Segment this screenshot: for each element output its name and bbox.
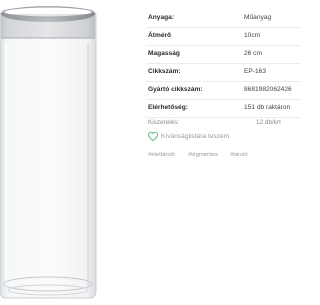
heart-icon — [148, 132, 158, 141]
product-image — [0, 0, 116, 300]
tag-link[interactable]: #tároló — [230, 150, 248, 160]
spec-key: Átmérő — [148, 32, 172, 39]
spec-value: 10cm — [244, 32, 261, 39]
spec-row-sku: Cikkszám: EP-163 — [146, 63, 300, 82]
spec-key: Magasság — [148, 50, 180, 57]
packaging-value: 12 db/krt — [256, 119, 281, 126]
spec-key: Cikkszám: — [148, 68, 181, 75]
tag-link[interactable]: #légmentes — [188, 150, 218, 160]
spec-value: 151 db raktáron — [244, 104, 291, 111]
spec-value: EP-163 — [244, 68, 266, 75]
tag-link[interactable]: #ételtároló — [148, 150, 175, 160]
spec-value: 8681982062426 — [244, 86, 292, 93]
spec-key: Gyártó cikkszám: — [148, 86, 203, 93]
storage-jar-image — [0, 6, 97, 299]
spec-row-material: Anyaga: Műanyag — [146, 9, 300, 28]
wishlist-label: Kívánságlistára teszem — [161, 133, 230, 140]
product-details: Anyaga: Műanyag Átmérő 10cm Magasság 26 … — [146, 0, 300, 300]
spec-value: 26 cm — [244, 50, 262, 57]
spec-row-manufacturer-sku: Gyártó cikkszám: 8681982062426 — [146, 81, 300, 100]
spec-row-height: Magasság 26 cm — [146, 45, 300, 64]
packaging-label: Kiszerelés: — [148, 119, 180, 126]
spec-key: Elérhetőség: — [148, 104, 188, 111]
spec-row-diameter: Átmérő 10cm — [146, 27, 300, 46]
tag-list: #ételtároló #légmentes #tároló — [148, 150, 300, 162]
spec-value: Műanyag — [244, 14, 272, 21]
packaging-info: Kiszerelés: 12 db/krt — [148, 116, 300, 130]
spec-key: Anyaga: — [148, 14, 175, 21]
